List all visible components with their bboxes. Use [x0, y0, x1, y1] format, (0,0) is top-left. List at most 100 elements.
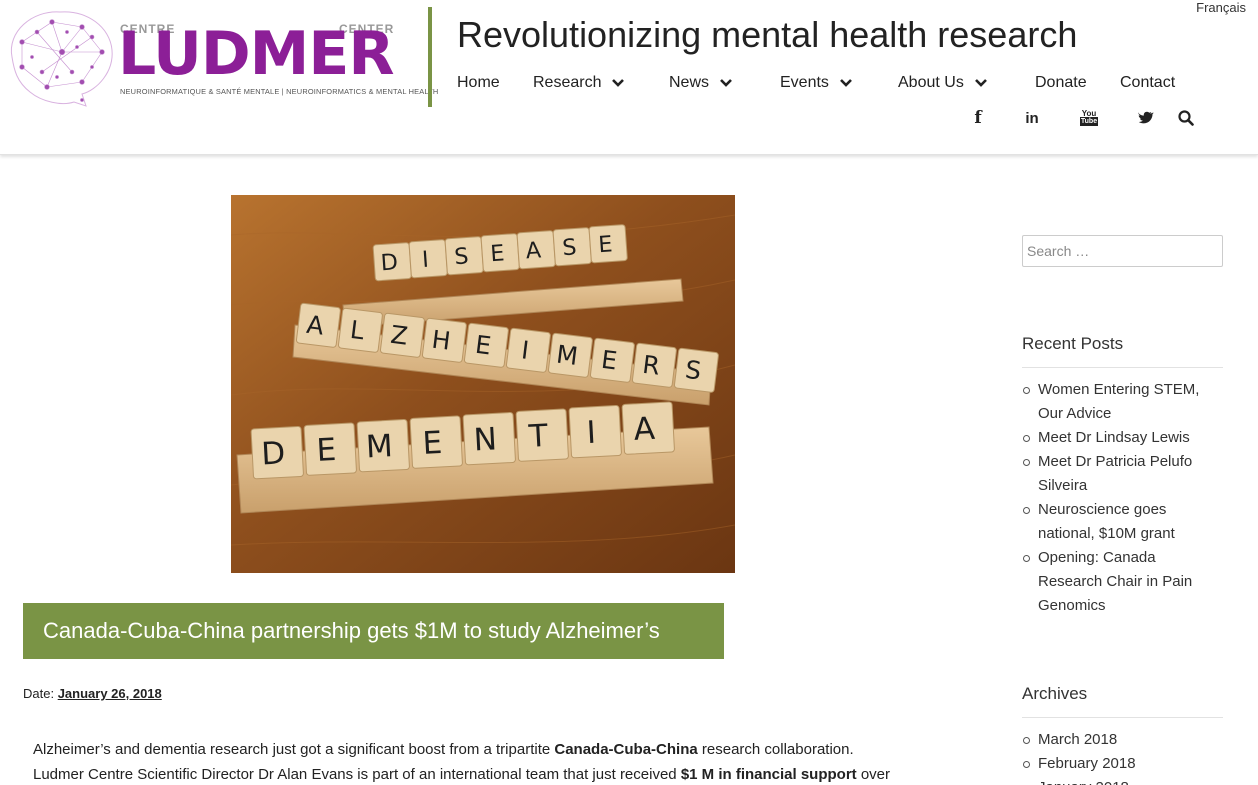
- scrabble-tile: M: [356, 419, 410, 473]
- scrabble-tile: E: [463, 322, 509, 368]
- chevron-down-icon[interactable]: [719, 76, 733, 90]
- svg-text:Z: Z: [389, 320, 409, 351]
- scrabble-tile: E: [589, 337, 635, 383]
- svg-text:A: A: [525, 237, 543, 264]
- scrabble-tile: E: [588, 224, 628, 264]
- nav-item-label: News: [669, 74, 710, 91]
- archive-link[interactable]: March 2018: [1022, 728, 1223, 752]
- scrabble-tile: E: [409, 415, 463, 469]
- archives-heading: Archives: [1022, 684, 1088, 703]
- svg-text:M: M: [555, 339, 580, 370]
- youtube-icon[interactable]: You Tube: [1079, 108, 1099, 128]
- svg-text:N: N: [473, 421, 498, 458]
- recent-post-link[interactable]: Meet Dr Lindsay Lewis: [1022, 426, 1223, 450]
- nav-item-label: Contact: [1120, 74, 1176, 91]
- recent-post-link[interactable]: Women Entering STEM, Our Advice: [1022, 378, 1223, 426]
- youtube-icon-text-bottom: Tube: [1079, 117, 1099, 126]
- svg-text:A: A: [633, 411, 656, 448]
- logo-wordmark: LUDMER: [118, 19, 395, 89]
- scrabble-tile: T: [515, 408, 569, 462]
- recent-posts-heading: Recent Posts: [1022, 334, 1124, 353]
- text-run: research collaboration.: [697, 741, 854, 758]
- recent-post-link[interactable]: Opening: Canada Research Chair in Pain G…: [1022, 546, 1223, 618]
- site-tagline: Revolutionizing mental health research: [457, 14, 1078, 55]
- scrabble-tile: D: [372, 242, 412, 282]
- nav-item-home[interactable]: Home: [457, 74, 500, 92]
- linkedin-icon[interactable]: in: [1022, 108, 1042, 128]
- scrabble-tile: I: [505, 327, 551, 373]
- scrabble-tile: E: [480, 233, 520, 273]
- article-paragraph: Alzheimer’s and dementia research just g…: [33, 737, 943, 762]
- logo-subtitle: NEUROINFORMATIQUE & SANTÉ MENTALE | NEUR…: [120, 87, 439, 96]
- bold-text: $1 M in financial support: [680, 766, 857, 783]
- nav-item-contact[interactable]: Contact: [1120, 74, 1175, 92]
- scrabble-tile: H: [421, 317, 467, 363]
- scrabble-tile: S: [673, 347, 719, 393]
- nav-item-label: Home: [457, 74, 500, 91]
- nav-item-news[interactable]: News: [669, 74, 733, 92]
- svg-text:E: E: [316, 432, 337, 469]
- scrabble-tile: E: [303, 422, 357, 476]
- svg-text:S: S: [453, 243, 469, 270]
- bold-text: Canada-Cuba-China: [554, 741, 698, 758]
- scrabble-tile: M: [547, 332, 593, 378]
- nav-item-research[interactable]: Research: [533, 74, 625, 92]
- date-link[interactable]: January 26, 2018: [58, 686, 162, 701]
- svg-text:S: S: [561, 234, 577, 261]
- svg-text:T: T: [527, 418, 550, 455]
- scrabble-tile: D: [250, 426, 304, 480]
- nav-item-label: About Us: [898, 74, 964, 91]
- nav-item-events[interactable]: Events: [780, 74, 853, 92]
- scrabble-tile: A: [621, 401, 675, 455]
- facebook-icon[interactable]: f: [968, 108, 988, 128]
- language-switch-link[interactable]: Français: [1196, 0, 1246, 15]
- widget-divider: [1022, 717, 1223, 718]
- twitter-icon[interactable]: [1136, 108, 1156, 128]
- chevron-down-icon[interactable]: [839, 76, 853, 90]
- text-run: Ludmer Centre Scientific Director Dr Ala…: [33, 766, 681, 783]
- header-divider: [428, 7, 432, 107]
- nav-item-label: Events: [780, 74, 829, 91]
- article-body: Alzheimer’s and dementia research just g…: [33, 737, 943, 785]
- chevron-down-icon[interactable]: [974, 76, 988, 90]
- text-run: over: [856, 766, 891, 783]
- article-paragraph: Ludmer Centre Scientific Director Dr Ala…: [33, 762, 943, 785]
- sidebar-search-input[interactable]: [1022, 235, 1223, 267]
- nav-item-label: Donate: [1035, 74, 1087, 91]
- nav-item-about-us[interactable]: About Us: [898, 74, 988, 92]
- svg-text:M: M: [365, 428, 394, 465]
- search-icon[interactable]: [1176, 108, 1196, 128]
- svg-text:D: D: [260, 435, 286, 472]
- archives-list: March 2018 February 2018 January 2018: [1022, 728, 1223, 785]
- nav-item-donate[interactable]: Donate: [1035, 74, 1087, 92]
- scrabble-tile: I: [408, 239, 448, 279]
- recent-post-link[interactable]: Meet Dr Patricia Pelufo Silveira: [1022, 450, 1223, 498]
- chevron-down-icon[interactable]: [611, 76, 625, 90]
- text-run: Alzheimer’s and dementia research just g…: [33, 741, 555, 758]
- recent-post-link[interactable]: Neuroscience goes national, $10M grant: [1022, 498, 1223, 546]
- youtube-icon-text-top: You: [1081, 109, 1097, 118]
- svg-text:E: E: [489, 240, 505, 267]
- archive-link[interactable]: February 2018: [1022, 752, 1223, 776]
- svg-text:R: R: [641, 350, 662, 381]
- scrabble-tile: S: [552, 227, 592, 267]
- article-title: Canada-Cuba-China partnership gets $1M t…: [43, 618, 660, 643]
- ludmer-logo[interactable]: CENTRE CENTER LUDMER NEUROINFORMATIQUE &…: [2, 2, 438, 110]
- site-header: Français CENTRE CENTER LUDMER NEUROINFOR…: [0, 0, 1258, 155]
- svg-text:I: I: [586, 415, 597, 451]
- scrabble-tile: N: [462, 412, 516, 466]
- archive-link[interactable]: January 2018: [1022, 776, 1223, 785]
- article-title-banner: Canada-Cuba-China partnership gets $1M t…: [23, 603, 724, 659]
- svg-text:E: E: [422, 425, 443, 462]
- svg-text:E: E: [597, 231, 613, 258]
- article-featured-image: DISEASEALZHEIMERSDEMENTIA: [231, 195, 735, 573]
- scrabble-tile: I: [568, 405, 622, 459]
- scrabble-tile: R: [631, 342, 677, 388]
- recent-posts-list: Women Entering STEM, Our Advice Meet Dr …: [1022, 378, 1223, 618]
- svg-text:H: H: [430, 325, 452, 356]
- svg-text:D: D: [380, 249, 399, 276]
- nav-item-label: Research: [533, 74, 602, 91]
- scrabble-tile: L: [337, 307, 383, 353]
- date-label: Date:: [23, 686, 58, 701]
- brain-network-icon: [10, 11, 113, 107]
